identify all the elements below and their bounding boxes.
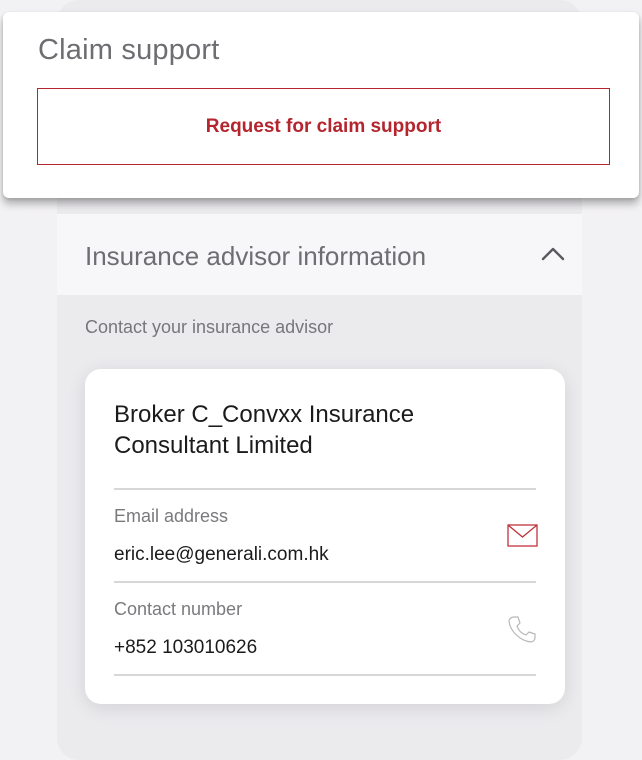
divider: [114, 581, 536, 583]
advisor-section-title: Insurance advisor information: [85, 241, 427, 271]
email-label: Email address: [114, 506, 229, 526]
email-value: eric.lee@generali.com.hk: [114, 544, 329, 565]
phone-label: Contact number: [114, 599, 243, 619]
phone-icon[interactable]: [507, 614, 537, 644]
phone-value: +852 103010626: [114, 637, 258, 658]
request-claim-support-button[interactable]: Request for claim support: [37, 88, 610, 165]
chevron-up-icon[interactable]: [538, 242, 568, 266]
advisor-company-name: Broker C_Convxx Insurance Consultant Lim…: [114, 401, 415, 459]
advisor-section-header[interactable]: Insurance advisor information: [57, 214, 582, 295]
envelope-icon[interactable]: [507, 524, 538, 547]
claim-support-card: Claim support Request for claim support: [3, 12, 639, 198]
divider: [114, 488, 536, 490]
divider: [114, 674, 536, 676]
advisor-contact-card: Broker C_Convxx Insurance Consultant Lim…: [85, 369, 565, 704]
claim-support-title: Claim support: [38, 34, 220, 66]
advisor-section-subtitle: Contact your insurance advisor: [85, 317, 334, 337]
